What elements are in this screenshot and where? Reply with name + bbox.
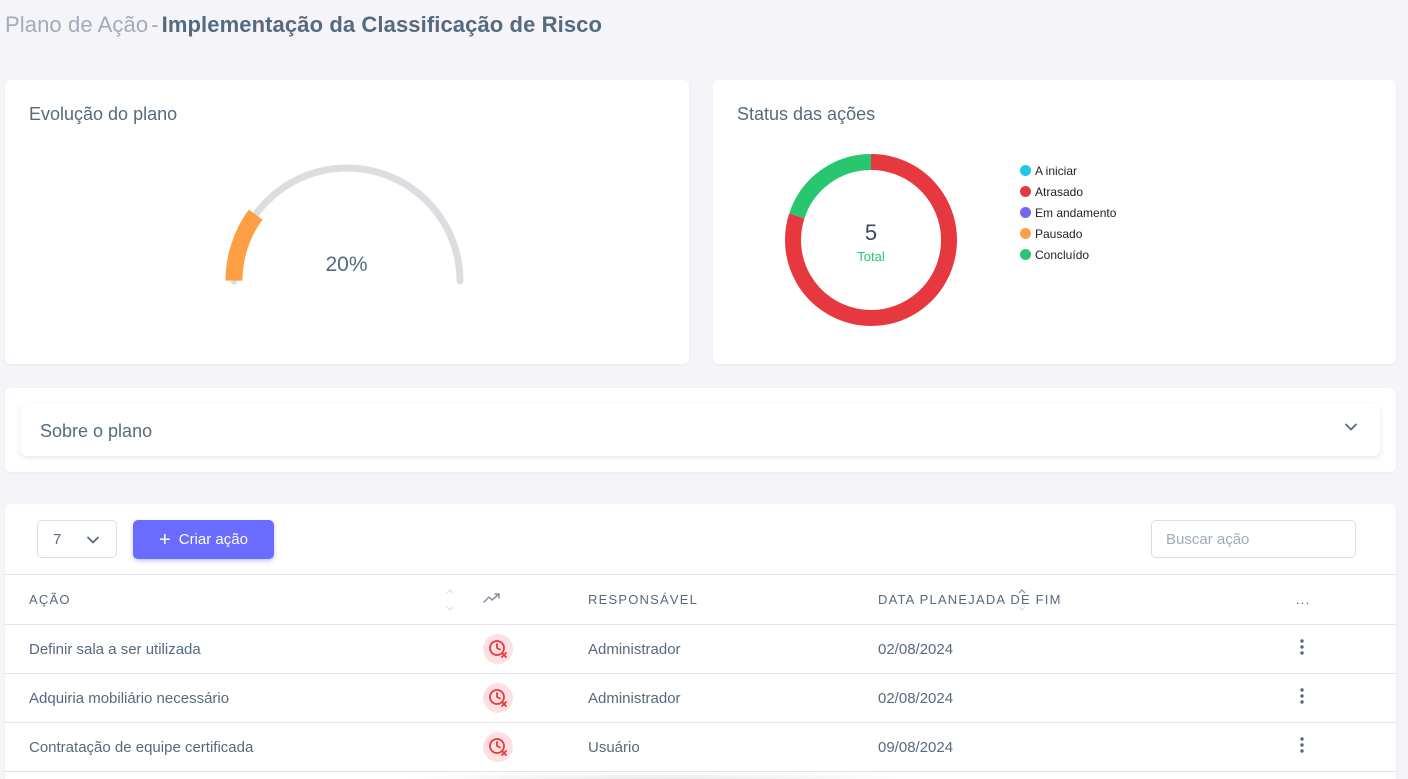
evolucao-card: Evolução do plano 20%: [5, 80, 689, 364]
header-acao[interactable]: Ação: [5, 574, 454, 625]
page-size-value: 7: [53, 531, 62, 548]
cell-acao: Contratação de equipe certificada: [5, 722, 454, 772]
header-data[interactable]: Data planejada de fim: [878, 574, 1286, 625]
legend-dot-em-andamento: [1020, 207, 1031, 218]
sobre-title: Sobre o plano: [40, 421, 153, 441]
legend-item[interactable]: A iniciar: [1020, 160, 1116, 181]
donut-total-label: Total: [857, 249, 885, 264]
header-status[interactable]: [454, 574, 1026, 625]
legend-item[interactable]: Concluído: [1020, 244, 1116, 265]
overdue-clock-icon: [483, 634, 513, 664]
header-responsavel-label: Responsável: [588, 592, 699, 607]
trending-up-icon: [483, 593, 500, 603]
status-card: Status das ações 5 Total A iniciar Atras…: [713, 80, 1396, 364]
gauge-fill: [225, 209, 263, 281]
cell-status: [454, 624, 588, 674]
legend-label: Em andamento: [1035, 205, 1117, 220]
page-title: Plano de Ação - Implementação da Classific…: [5, 12, 602, 38]
progress-percent: 20%: [325, 253, 368, 276]
legend-dot-atrasado: [1020, 186, 1031, 197]
cell-data: 09/08/2024: [878, 722, 1286, 772]
cell-data: 02/08/2024: [878, 624, 1286, 674]
donut-slice-concluído[interactable]: [789, 154, 872, 219]
legend-item[interactable]: Em andamento: [1020, 202, 1116, 223]
cell-menu: [1286, 673, 1396, 723]
donut-total-value: 5: [864, 220, 878, 245]
legend-label: Atrasado: [1035, 184, 1084, 199]
floating-shadow: [380, 772, 940, 779]
header-responsavel[interactable]: Responsável: [588, 574, 878, 625]
chevron-down-icon[interactable]: [1344, 420, 1358, 434]
cell-menu: [1286, 624, 1396, 674]
legend-item[interactable]: Atrasado: [1020, 181, 1116, 202]
chevron-down-icon: [87, 536, 99, 544]
legend-dot-pausado: [1020, 228, 1031, 239]
criar-acao-button[interactable]: + Criar ação: [133, 520, 274, 559]
sobre-accordion-header[interactable]: Sobre o plano: [21, 404, 1380, 456]
table-row[interactable]: Contratação de equipe certificada Usuári…: [5, 722, 1396, 772]
overdue-clock-icon: [483, 732, 513, 762]
acoes-card: 7 + Criar ação Ação Responsável: [5, 504, 1396, 779]
legend-dot-concluido: [1020, 249, 1031, 260]
criar-acao-label: Criar ação: [178, 531, 248, 548]
cell-responsavel: Administrador: [588, 624, 878, 674]
legend-label: A iniciar: [1035, 163, 1078, 178]
cell-status: [454, 722, 588, 772]
plus-icon: +: [159, 528, 171, 551]
page-title-main: Implementação da Classificação de Risco: [161, 12, 603, 37]
header-acao-label: Ação: [29, 592, 71, 607]
kebab-menu-icon[interactable]: [1292, 637, 1312, 657]
sobre-card: Sobre o plano: [5, 388, 1396, 472]
search-input[interactable]: [1151, 520, 1356, 558]
page-title-prefix: Plano de Ação: [5, 12, 149, 37]
table-row[interactable]: Definir sala a ser utilizada Administrad…: [5, 624, 1396, 674]
table-row[interactable]: Adquiria mobiliário necessário Administr…: [5, 673, 1396, 723]
legend-label: Concluído: [1035, 247, 1090, 262]
cell-data: 02/08/2024: [878, 673, 1286, 723]
header-data-label: Data planejada de fim: [878, 592, 1062, 607]
header-menu-label: ...: [1296, 592, 1311, 607]
cell-responsavel: Usuário: [588, 722, 878, 772]
legend-item[interactable]: Pausado: [1020, 223, 1116, 244]
overdue-clock-icon: [483, 683, 513, 713]
acoes-table: Ação Responsável Data planejada de fim .…: [5, 574, 1396, 772]
kebab-menu-icon[interactable]: [1292, 686, 1312, 706]
progress-gauge: [225, 164, 464, 285]
legend-dot-a-iniciar: [1020, 165, 1031, 176]
cell-acao: Definir sala a ser utilizada: [5, 624, 454, 674]
cell-status: [454, 673, 588, 723]
legend-label: Pausado: [1035, 226, 1083, 241]
page-size-select[interactable]: 7: [37, 520, 117, 558]
cell-menu: [1286, 722, 1396, 772]
header-menu: ...: [1286, 574, 1396, 625]
cell-acao: Adquiria mobiliário necessário: [5, 673, 454, 723]
page-title-separator: -: [151, 12, 159, 37]
kebab-menu-icon[interactable]: [1292, 735, 1312, 755]
table-header-row: Ação Responsável Data planejada de fim .…: [5, 574, 1396, 625]
cell-responsavel: Administrador: [588, 673, 878, 723]
status-legend: A iniciar Atrasado Em andamento Pausado …: [1020, 160, 1116, 265]
